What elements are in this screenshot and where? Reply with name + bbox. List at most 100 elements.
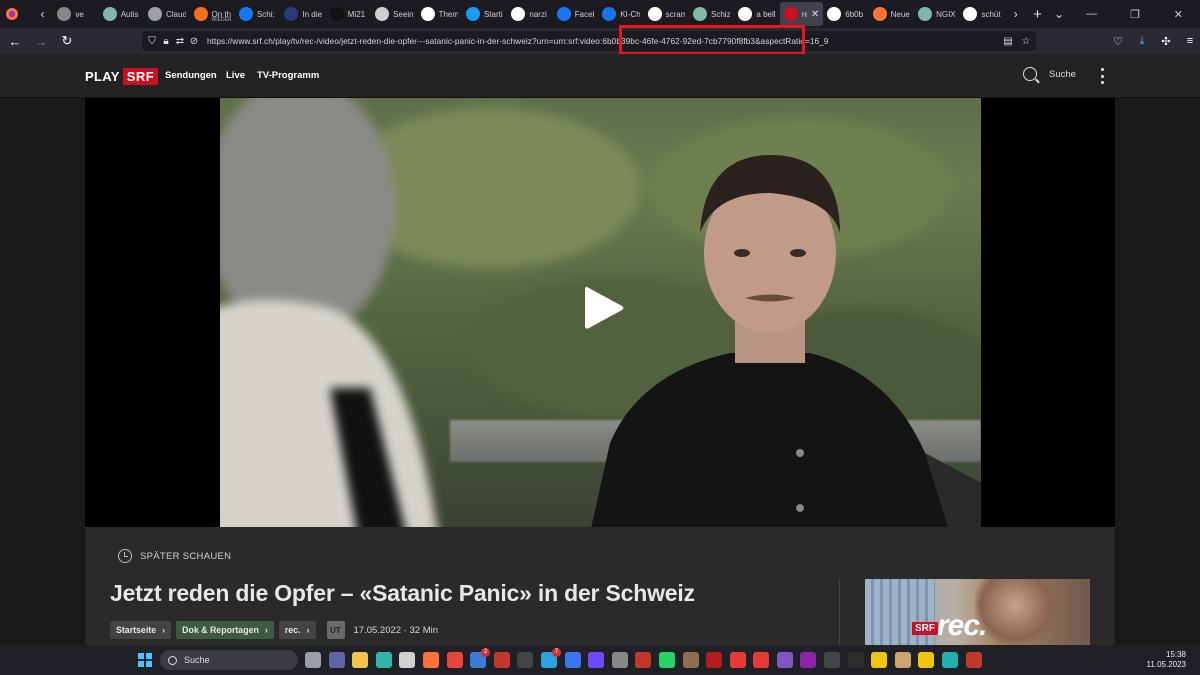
tab-title: Mi21 — [347, 9, 366, 19]
linux-icon[interactable] — [871, 652, 888, 668]
browser-tab[interactable]: In die — [280, 0, 325, 28]
browser-tab[interactable]: Autis — [99, 0, 144, 28]
browser-tab[interactable]: ve — [53, 0, 98, 28]
browser-tab[interactable]: 6b0b — [823, 0, 868, 28]
taskview-icon[interactable] — [305, 652, 321, 668]
thunderbird-icon[interactable] — [470, 648, 491, 668]
telegram-icon[interactable] — [540, 648, 561, 668]
app-red-icon[interactable] — [493, 652, 510, 668]
nav-tv-programm[interactable]: TV-Programm — [257, 70, 319, 81]
reader-view-icon[interactable]: ▤ — [1001, 34, 1015, 48]
minimize-button[interactable]: — — [1070, 0, 1113, 28]
browser-tab[interactable]: scram — [644, 0, 689, 28]
watch-later-button[interactable]: SPÄTER SCHAUEN — [118, 549, 231, 563]
taskbar-search[interactable]: Suche — [160, 650, 298, 670]
browser-tab[interactable]: Schiz — [689, 0, 734, 28]
podcast-icon[interactable] — [800, 652, 817, 668]
browser-tab[interactable]: Mi21 — [326, 0, 371, 28]
edge-icon[interactable] — [375, 652, 392, 668]
lock-icon[interactable]: 🔒︎ — [159, 34, 173, 48]
books-icon[interactable] — [682, 652, 699, 668]
browser-tab[interactable]: Claud — [144, 0, 189, 28]
browser-tab[interactable]: On th WIEDER — [190, 0, 235, 28]
browser-tab[interactable]: schüt — [959, 0, 1004, 28]
menu-icon[interactable]: ≡ — [1180, 31, 1200, 51]
news-icon[interactable] — [635, 652, 652, 668]
nav-sendungen[interactable]: Sendungen — [165, 70, 217, 81]
play-icon[interactable] — [583, 284, 625, 332]
pdf-icon[interactable] — [706, 652, 723, 668]
tab-title: Them — [438, 9, 458, 19]
tab-title: rec — [801, 9, 807, 19]
google-icon — [738, 7, 753, 21]
tab-title: Schi: — [256, 9, 275, 19]
system-clock[interactable]: 15:38 11.05.2023 — [1146, 650, 1186, 670]
tracking-shield-icon[interactable]: ⛉ — [145, 34, 159, 48]
chrome-icon[interactable] — [446, 652, 463, 668]
vpn-icon[interactable] — [942, 652, 959, 668]
browser-tab[interactable]: KI-Ch — [598, 0, 643, 28]
back-button[interactable]: ← — [4, 30, 26, 52]
browser-tab[interactable]: rec ✕ — [779, 2, 824, 26]
ccleaner-icon[interactable] — [753, 652, 770, 668]
browser-tab[interactable]: Schi: — [235, 0, 280, 28]
breadcrumb-startseite[interactable]: Startseite › — [110, 621, 172, 639]
browser-tab[interactable]: Starti — [462, 0, 507, 28]
list-all-tabs-button[interactable]: ⌄ — [1048, 0, 1070, 28]
firefox-icon[interactable] — [422, 652, 439, 668]
tab-title: Faceb — [574, 9, 594, 19]
onion-icon[interactable] — [776, 652, 793, 668]
archive-icon[interactable] — [894, 652, 911, 668]
show-thumbnail[interactable]: SRF rec. — [865, 579, 1090, 645]
linux2-icon[interactable] — [918, 652, 935, 668]
browser-tab[interactable]: Them — [417, 0, 462, 28]
nav-live[interactable]: Live — [226, 70, 245, 81]
browser-tab[interactable]: NGIX — [914, 0, 959, 28]
chevron-right-icon: › — [162, 625, 166, 635]
reload-button[interactable]: ↻ — [56, 30, 78, 52]
extensions-icon[interactable]: ✣ — [1156, 31, 1176, 51]
vivaldi-icon[interactable] — [729, 652, 746, 668]
folder-icon[interactable] — [352, 652, 369, 668]
browser-tab[interactable]: Seein — [371, 0, 416, 28]
notepad-icon[interactable] — [965, 652, 982, 668]
more-menu-icon[interactable] — [1097, 68, 1107, 84]
browser-tab[interactable]: Faceb — [553, 0, 598, 28]
windows-start-icon[interactable] — [138, 653, 152, 667]
play-srf-logo[interactable]: PLAY SRF — [85, 67, 159, 86]
close-window-button[interactable]: ✕ — [1157, 0, 1200, 28]
bookmark-star-icon[interactable]: ☆ — [1019, 34, 1033, 48]
navigation-toolbar: ← → ↻ ⛉ 🔒︎ ⇄ ⊘ https://www.srf.ch/play/t… — [0, 28, 1200, 54]
teams-icon[interactable] — [328, 652, 345, 668]
browser-tab[interactable]: a bell — [734, 0, 779, 28]
browser-tab[interactable]: narzi — [507, 0, 552, 28]
breadcrumb-rec[interactable]: rec. › — [278, 621, 316, 639]
browser-tab[interactable]: Neue — [869, 0, 914, 28]
bing-icon[interactable] — [517, 652, 534, 668]
whatsapp-icon[interactable] — [658, 652, 675, 668]
new-tab-button[interactable]: + — [1027, 0, 1049, 28]
tab-scroll-left-button[interactable]: ‹ — [32, 0, 54, 28]
camera-icon[interactable] — [611, 652, 628, 668]
thumbnail-rec-logo: rec. — [937, 609, 987, 642]
breadcrumb-dok-reportagen[interactable]: Dok & Reportagen › — [176, 621, 274, 639]
tab-scroll-right-button[interactable]: › — [1005, 0, 1027, 28]
restore-button[interactable]: ❐ — [1113, 0, 1156, 28]
terminal-icon[interactable] — [847, 652, 864, 668]
video-player[interactable] — [85, 98, 1115, 527]
autoplay-blocked-icon[interactable]: ⊘ — [187, 34, 201, 48]
downloads-icon[interactable]: ⤓ — [1132, 31, 1152, 51]
close-tab-icon[interactable]: ✕ — [811, 9, 819, 20]
signal-icon[interactable] — [564, 652, 581, 668]
url-bar[interactable]: ⛉ 🔒︎ ⇄ ⊘ https://www.srf.ch/play/tv/rec-… — [142, 31, 1036, 51]
video-info-panel: SPÄTER SCHAUEN Jetzt reden die Opfer – «… — [85, 527, 1115, 645]
firefox-icon[interactable] — [0, 0, 24, 28]
app-71-icon[interactable] — [824, 652, 841, 668]
search-button[interactable]: Suche — [1023, 67, 1076, 81]
store-icon[interactable] — [399, 652, 416, 668]
pocket-icon[interactable]: ♡ — [1108, 31, 1128, 51]
permissions-icon[interactable]: ⇄ — [173, 34, 187, 48]
url-text[interactable]: https://www.srf.ch/play/tv/rec-/video/je… — [207, 36, 828, 46]
protonvpn-icon[interactable] — [588, 652, 605, 668]
forward-button[interactable]: → — [30, 30, 52, 52]
